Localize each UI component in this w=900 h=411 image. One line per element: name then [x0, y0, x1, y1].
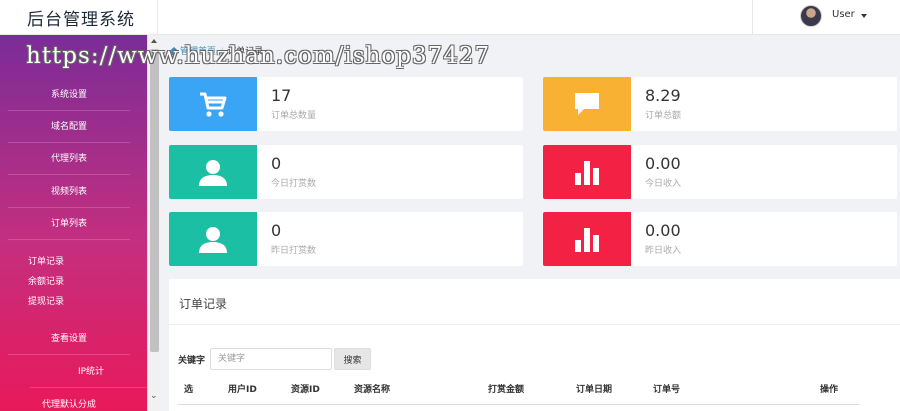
- user-icon: [199, 227, 227, 253]
- sidebar-item-agent-list[interactable]: 代理列表: [8, 143, 130, 175]
- brand-divider: [157, 0, 158, 35]
- keyword-input[interactable]: [210, 348, 332, 370]
- stat-card-order-total: 8.29 订单总额: [543, 77, 897, 131]
- column-header-tip-amount[interactable]: 打赏金额: [488, 382, 524, 395]
- panel-title: 订单记录: [179, 297, 228, 311]
- stat-icon-bg: [169, 77, 257, 131]
- stat-value: 0: [271, 221, 282, 240]
- user-name[interactable]: User: [832, 9, 855, 20]
- sidebar-subitem-balance-records[interactable]: 余额记录: [28, 274, 64, 287]
- sidebar: 系统设置 域名配置 代理列表 视频列表 订单列表 订单记录 余额记录 提现记录 …: [0, 35, 147, 411]
- breadcrumb: 管理首页 / 订单记录: [170, 44, 263, 57]
- keyword-label: 关键字: [178, 356, 206, 366]
- table-header-divider: [178, 404, 859, 405]
- stat-label: 昨日收入: [645, 246, 682, 256]
- stat-label: 订单总额: [645, 111, 682, 121]
- search-button[interactable]: 搜索: [334, 348, 371, 370]
- breadcrumb-home[interactable]: 管理首页: [180, 47, 216, 57]
- sidebar-item-order-list[interactable]: 订单列表: [8, 208, 130, 240]
- sidebar-item-video-list[interactable]: 视频列表: [8, 176, 130, 208]
- stat-value: 0.00: [645, 221, 681, 240]
- column-header-resource-name[interactable]: 资源名称: [354, 382, 390, 395]
- chat-icon: [575, 93, 599, 115]
- chevron-down-icon[interactable]: [861, 14, 867, 18]
- sidebar-subitem-order-records[interactable]: 订单记录: [28, 254, 64, 267]
- breadcrumb-current: 订单记录: [227, 47, 264, 57]
- stat-icon-bg: [543, 77, 631, 131]
- sidebar-item-system-settings[interactable]: 系统设置: [8, 79, 130, 111]
- stat-card-yesterday-income: 0.00 昨日收入: [543, 212, 897, 266]
- stat-label: 今日打赏数: [271, 179, 317, 189]
- scroll-up-icon[interactable]: [151, 39, 157, 43]
- stat-value: 8.29: [645, 86, 681, 105]
- bar-chart-icon: [575, 228, 599, 252]
- user-avatar[interactable]: [800, 5, 822, 27]
- stat-value: 0: [271, 154, 282, 173]
- sidebar-item-view-settings[interactable]: 查看设置: [8, 323, 130, 355]
- user-icon: [199, 160, 227, 186]
- cart-icon: [200, 92, 227, 117]
- sidebar-item-ip-stats[interactable]: IP统计: [30, 356, 147, 388]
- scrollbar-thumb[interactable]: [150, 49, 159, 352]
- sidebar-subitem-withdraw-records[interactable]: 提现记录: [28, 294, 64, 307]
- stat-value: 17: [271, 86, 292, 105]
- sidebar-scrollbar[interactable]: ⌄: [147, 35, 160, 411]
- user-menu[interactable]: User: [752, 0, 900, 35]
- stat-icon-bg: [169, 212, 257, 266]
- column-header-resource-id[interactable]: 资源ID: [291, 382, 320, 395]
- column-header-actions[interactable]: 操作: [820, 382, 838, 395]
- bar-chart-icon: [575, 161, 599, 185]
- app-title[interactable]: 后台管理系统: [27, 5, 135, 30]
- stat-icon-bg: [543, 145, 631, 199]
- stat-card-today-tips: 0 今日打赏数: [169, 145, 523, 199]
- stat-label: 订单总数量: [271, 111, 317, 121]
- column-header-order-date[interactable]: 订单日期: [576, 382, 612, 395]
- stat-card-today-income: 0.00 今日收入: [543, 145, 897, 199]
- stat-label: 昨日打赏数: [271, 246, 317, 256]
- sidebar-item-domain-config[interactable]: 域名配置: [8, 111, 130, 143]
- column-header-user-id[interactable]: 用户ID: [228, 382, 257, 395]
- stat-icon-bg: [543, 212, 631, 266]
- column-header-select[interactable]: 选: [184, 382, 193, 395]
- panel-divider: [169, 324, 900, 325]
- sidebar-item-agent-default-share[interactable]: 代理默认分成: [8, 389, 130, 411]
- stat-value: 0.00: [645, 154, 681, 173]
- stat-card-order-count: 17 订单总数量: [169, 77, 523, 131]
- scroll-down-icon[interactable]: ⌄: [150, 391, 158, 401]
- stat-card-yesterday-tips: 0 昨日打赏数: [169, 212, 523, 266]
- stat-icon-bg: [169, 145, 257, 199]
- top-navbar: 后台管理系统 User: [0, 0, 900, 35]
- stat-label: 今日收入: [645, 179, 682, 189]
- home-icon: [170, 47, 178, 55]
- orders-panel: 订单记录 关键字 搜索 选 用户ID 资源ID 资源名称 打赏金额 订单日期 订…: [169, 279, 900, 411]
- column-header-order-no[interactable]: 订单号: [653, 382, 680, 395]
